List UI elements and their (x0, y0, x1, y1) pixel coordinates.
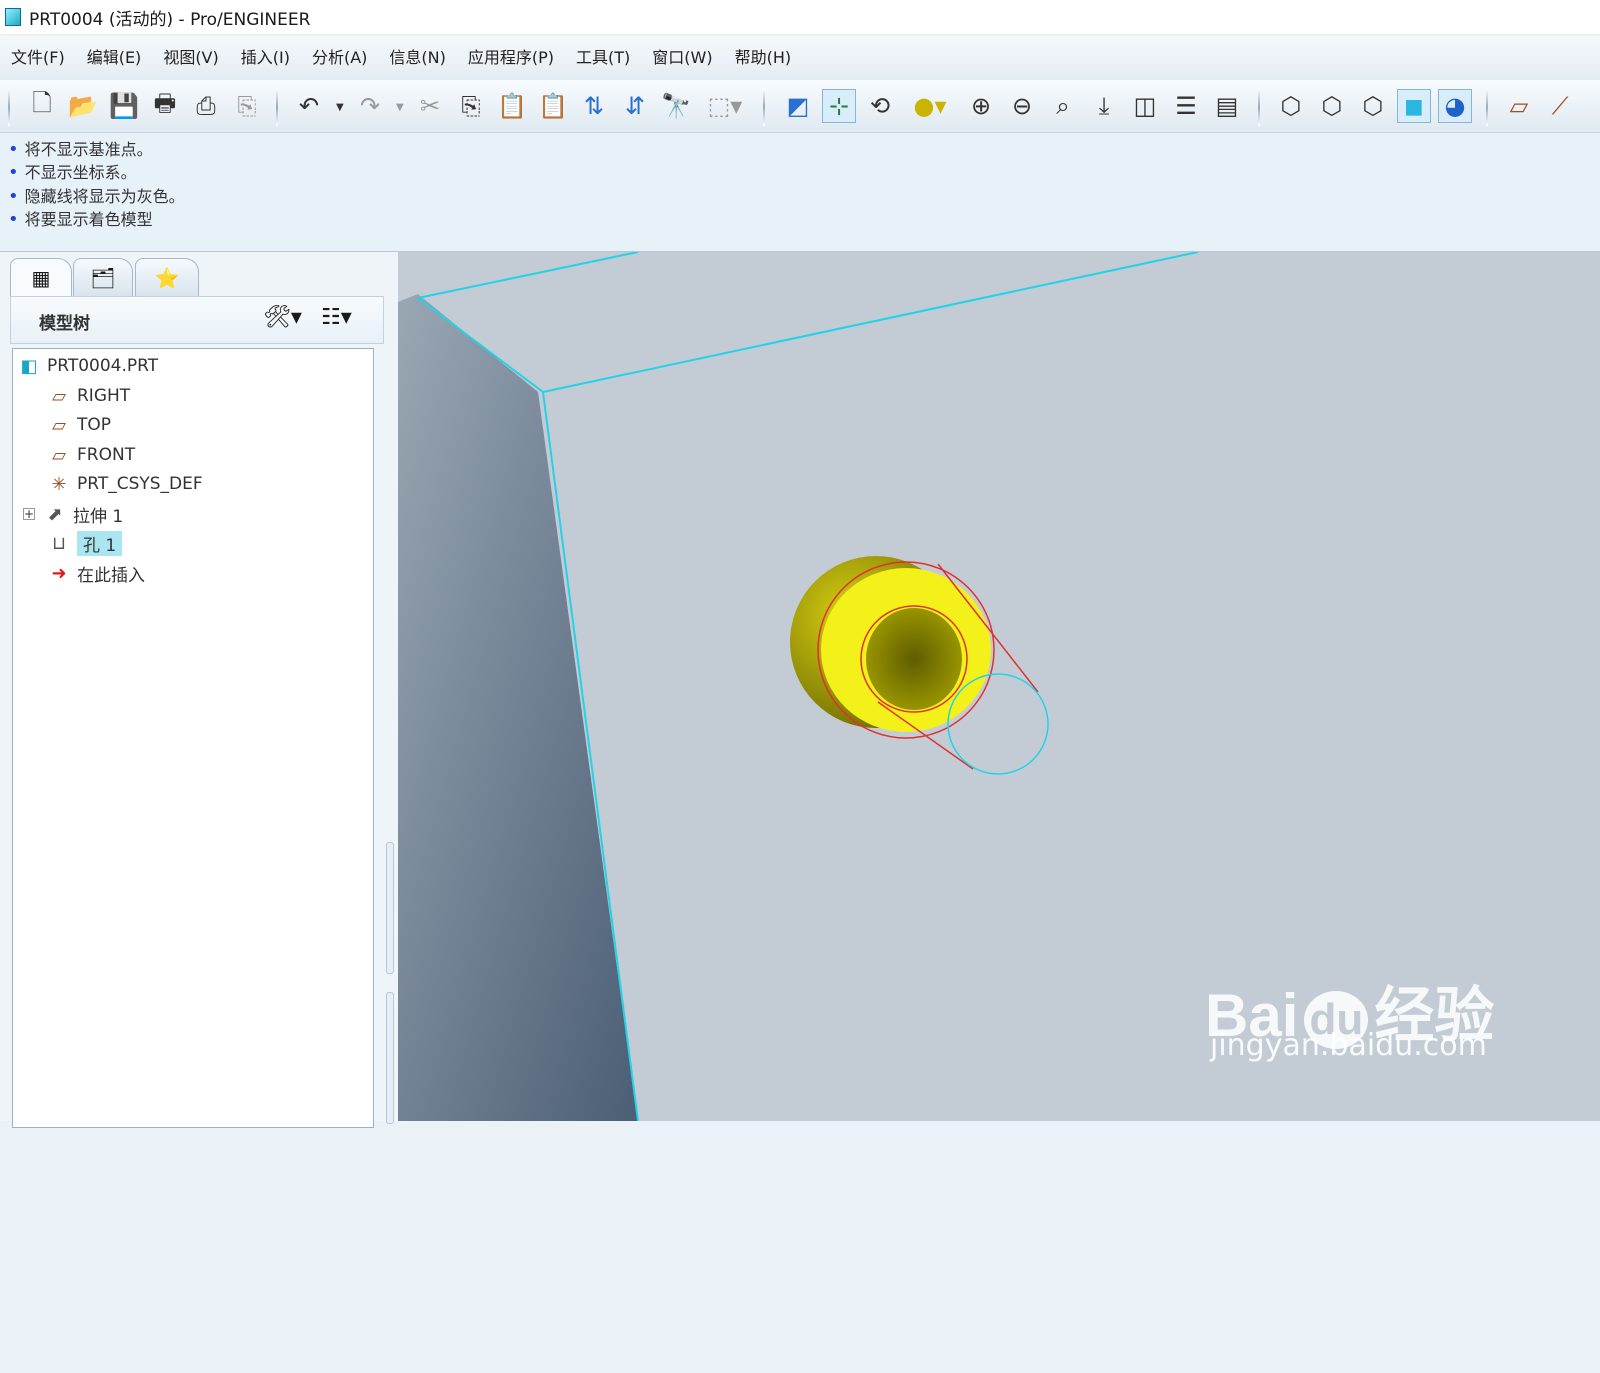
paste-special-icon[interactable]: 📋 (536, 89, 570, 123)
datum-plane-icon: ▱ (52, 385, 66, 407)
copy-icon[interactable]: ⎘ (454, 89, 488, 123)
paste-icon[interactable]: 📋 (495, 89, 529, 123)
part-icon: ◧ (20, 355, 38, 377)
navigator-panel: ▦ 🗂 ⭐ 模型树 🛠▾ ☷▾ ◧ PRT0004.PRT ▱ RIGHT ▱ … (0, 252, 398, 1128)
no-hidden-icon[interactable]: ⬡ (1356, 89, 1390, 123)
tree-item-top[interactable]: ▱ TOP (47, 411, 111, 439)
menu-applications[interactable]: 应用程序(P) (457, 36, 565, 80)
preview-icon[interactable]: ⎙ (189, 89, 223, 123)
regenerate-icon[interactable]: ⇅ (577, 89, 611, 123)
redo-icon[interactable]: ↷ (353, 89, 387, 123)
main-toolbar: 🗋 📂 💾 🖶 ⎙ ⎘ ↶ ▼ ↷ ▼ ✂ ⎘ 📋 📋 ⇅ ⇵ 🔭 ⬚▾ ◩ ⊹… (0, 80, 1600, 133)
tree-settings-icon[interactable]: 🛠▾ (263, 305, 302, 330)
wireframe-icon[interactable]: ⬡ (1274, 89, 1308, 123)
tree-item-right[interactable]: ▱ RIGHT (47, 382, 130, 410)
zoom-in-icon[interactable]: ⊕ (964, 89, 998, 123)
tree-item-label: PRT0004.PRT (47, 356, 159, 376)
tree-filters-icon[interactable]: ☷▾ (321, 305, 352, 330)
extrude-icon: ⬈ (47, 503, 63, 525)
toolbar-separator (763, 88, 765, 126)
insert-here-icon: ➜ (51, 562, 67, 584)
tree-item-insert-here[interactable]: ➜ 在此插入 (47, 559, 145, 587)
zoom-out-icon[interactable]: ⊖ (1005, 89, 1039, 123)
undo-icon[interactable]: ↶ (292, 89, 326, 123)
find-icon[interactable]: 🔭 (659, 89, 693, 123)
refit-icon[interactable]: ⌕ (1046, 89, 1080, 123)
message-line: 不显示坐标系。 (8, 159, 137, 183)
toolbar-separator (8, 88, 10, 126)
tree-item-hole[interactable]: ⊔ 孔 1 (47, 529, 123, 557)
tree-item-label: FRONT (77, 445, 136, 465)
folder-browser-tab-icon[interactable]: 🗂 (73, 258, 133, 296)
undo-dropdown-icon[interactable]: ▼ (336, 102, 344, 113)
graphics-viewport[interactable]: Bai du 经验 jingyan.baidu.com (398, 252, 1600, 1121)
tree-item-front[interactable]: ▱ FRONT (47, 441, 135, 469)
model-tree-tab-icon[interactable]: ▦ (10, 258, 72, 296)
model-tree-header: 模型树 🛠▾ ☷▾ (10, 296, 384, 344)
enhanced-realism-icon[interactable]: ◕ (1438, 89, 1472, 123)
new-icon[interactable]: 🗋 (25, 89, 59, 123)
redo-dropdown-icon[interactable]: ▼ (396, 102, 404, 113)
tree-item-extrude[interactable]: + ⬈ 拉伸 1 (23, 500, 123, 528)
title-bar: PRT0004 (活动的) - Pro/ENGINEER (0, 0, 1600, 34)
hole-bore (866, 608, 962, 710)
hidden-line-icon[interactable]: ⬡ (1315, 89, 1349, 123)
datum-plane-icon: ▱ (52, 444, 66, 466)
toolbar-separator (276, 88, 278, 126)
tree-item-label: 拉伸 1 (73, 506, 124, 527)
menu-bar: 文件(F) 编辑(E) 视图(V) 插入(I) 分析(A) 信息(N) 应用程序… (0, 36, 1600, 80)
hole-icon: ⊔ (51, 532, 67, 554)
menu-edit[interactable]: 编辑(E) (76, 36, 153, 80)
saved-views-icon[interactable]: ◫ (1128, 89, 1162, 123)
tree-item-label: PRT_CSYS_DEF (77, 474, 203, 494)
model-tree: ◧ PRT0004.PRT ▱ RIGHT ▱ TOP ▱ FRONT ✳ PR… (12, 348, 374, 1128)
app-icon (5, 8, 21, 26)
tree-item-label: 在此插入 (77, 565, 145, 586)
tree-item-part[interactable]: ◧ PRT0004.PRT (17, 352, 158, 380)
reorient-icon[interactable]: ⤓ (1087, 89, 1121, 123)
datum-plane-icon: ▱ (52, 414, 66, 436)
menu-help[interactable]: 帮助(H) (724, 36, 803, 80)
select-box-icon[interactable]: ⬚▾ (700, 89, 750, 123)
spin-center-icon[interactable]: ⊹ (822, 89, 856, 123)
favorites-tab-icon[interactable]: ⭐ (135, 258, 199, 296)
toolbar-separator (1486, 88, 1488, 126)
tree-item-label: TOP (77, 415, 112, 435)
datum-axis-icon[interactable]: ⟋ (1543, 89, 1577, 123)
message-area: 将不显示基准点。 不显示坐标系。 隐藏线将显示为灰色。 将要显示着色模型 (0, 133, 1600, 252)
orient-mode-icon[interactable]: ⟲ (863, 89, 897, 123)
menu-view[interactable]: 视图(V) (152, 36, 229, 80)
shaded-icon[interactable]: ◼ (1397, 89, 1431, 123)
appearance-icon[interactable]: ●▾ (905, 89, 955, 123)
menu-file[interactable]: 文件(F) (0, 36, 76, 80)
watermark-url: jingyan.baidu.com (1210, 1028, 1487, 1063)
export-icon[interactable]: ⎘ (230, 89, 264, 123)
expand-icon[interactable]: + (23, 508, 35, 520)
window-title: PRT0004 (活动的) - Pro/ENGINEER (29, 9, 311, 30)
view-manager-icon[interactable]: ▤ (1210, 89, 1244, 123)
message-line: 隐藏线将显示为灰色。 (8, 183, 185, 207)
menu-insert[interactable]: 插入(I) (230, 36, 301, 80)
message-line: 将要显示着色模型 (8, 206, 153, 230)
toolbar-separator (1258, 88, 1260, 126)
tree-item-label: 孔 1 (77, 530, 123, 556)
model-tree-title: 模型树 (39, 314, 90, 334)
tree-item-csys[interactable]: ✳ PRT_CSYS_DEF (47, 470, 203, 498)
layers-icon[interactable]: ☰ (1169, 89, 1203, 123)
menu-tools[interactable]: 工具(T) (565, 36, 641, 80)
print-icon[interactable]: 🖶 (148, 89, 182, 123)
panel-splitter[interactable] (384, 592, 394, 1373)
datum-plane-icon[interactable]: ▱ (1502, 89, 1536, 123)
save-icon[interactable]: 💾 (107, 89, 141, 123)
open-icon[interactable]: 📂 (66, 89, 100, 123)
menu-window[interactable]: 窗口(W) (641, 36, 723, 80)
redraw-icon[interactable]: ◩ (781, 89, 815, 123)
cut-icon[interactable]: ✂ (413, 89, 447, 123)
menu-info[interactable]: 信息(N) (378, 36, 456, 80)
regen-manager-icon[interactable]: ⇵ (618, 89, 652, 123)
csys-icon: ✳ (51, 473, 67, 495)
message-line: 将不显示基准点。 (8, 136, 153, 160)
tree-item-label: RIGHT (77, 386, 131, 406)
menu-analysis[interactable]: 分析(A) (301, 36, 378, 80)
